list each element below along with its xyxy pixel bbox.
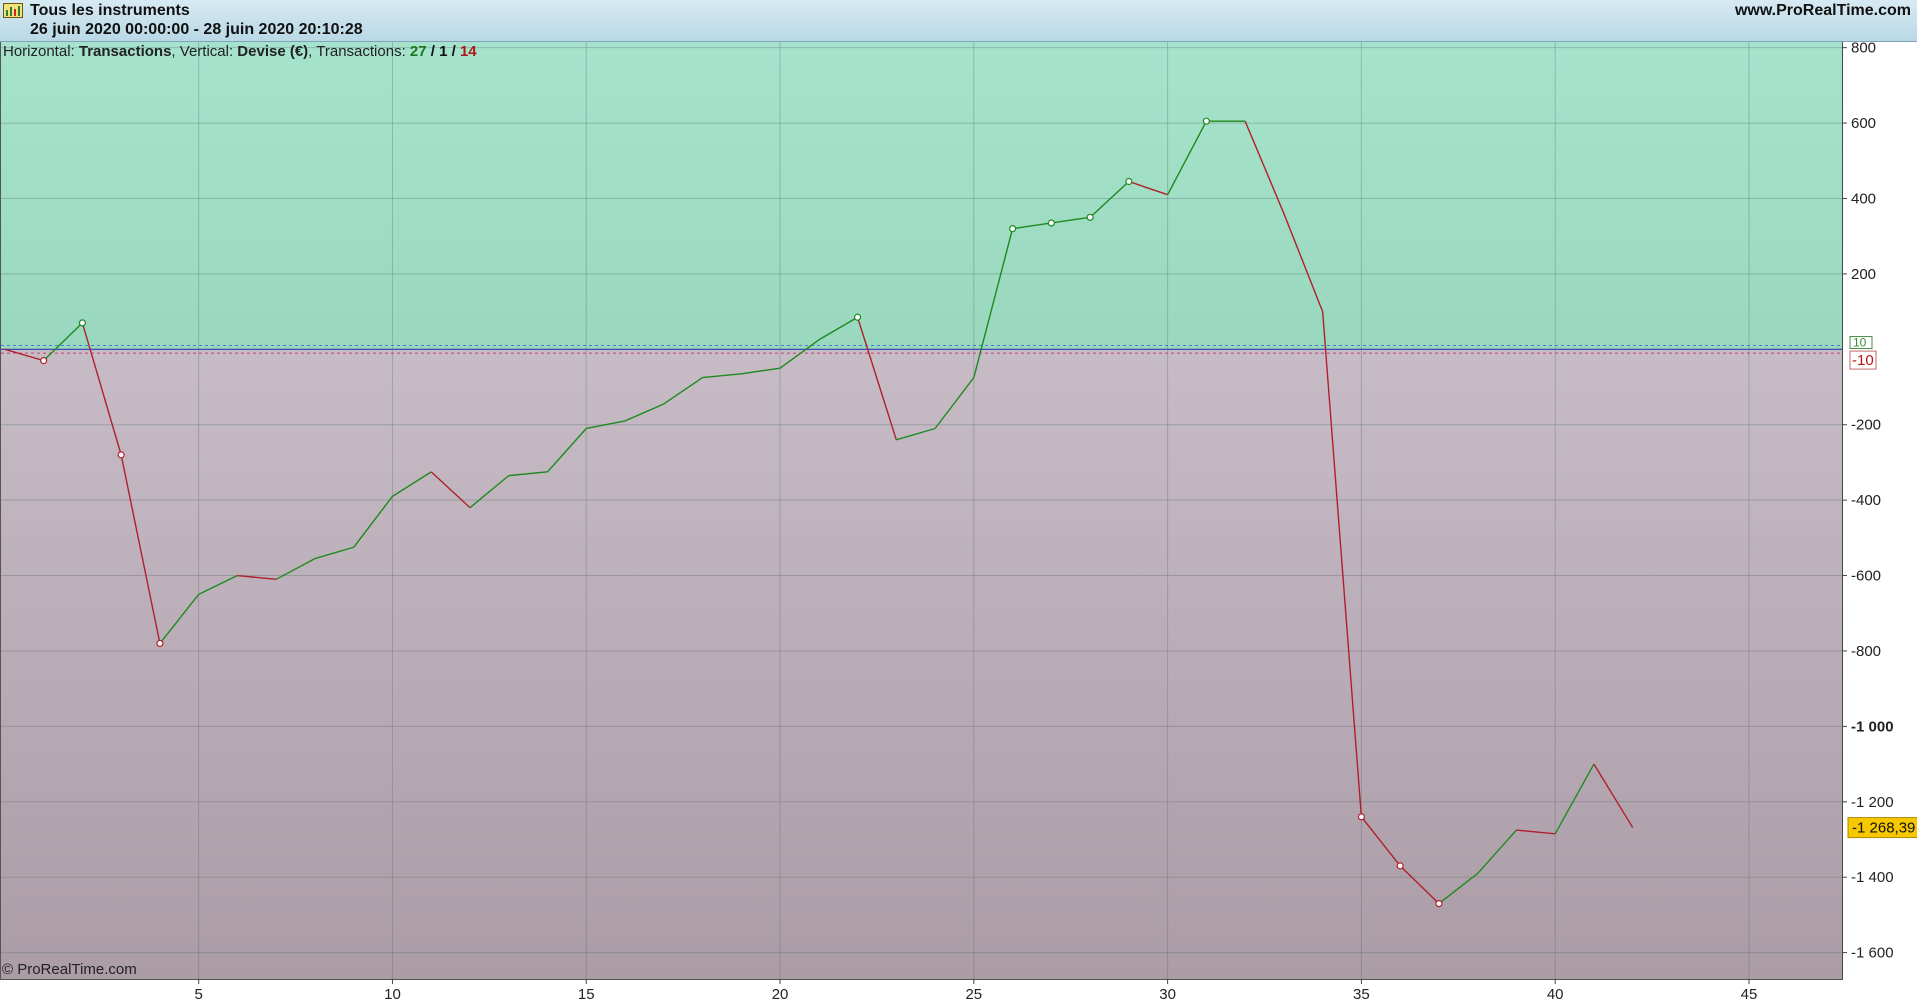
y-tick-label: -600 — [1851, 568, 1881, 585]
x-tick-label: 5 — [194, 986, 202, 1003]
y-tick-label: -400 — [1851, 492, 1881, 509]
x-tick-label: 20 — [772, 986, 789, 1003]
value-badges: 10 -10 -1 268,39 — [1847, 336, 1917, 839]
losing-count: 14 — [459, 43, 477, 60]
trade-marker — [1086, 213, 1094, 221]
y-tick-label: -1 400 — [1851, 869, 1894, 886]
x-tick-label: 40 — [1547, 986, 1564, 1003]
upper-value-label: 10 — [1853, 336, 1867, 350]
y-tick-label: -1 200 — [1851, 794, 1894, 811]
neutral-count: 1 — [439, 43, 448, 60]
current-value-label: -1 268,39 — [1852, 820, 1915, 837]
trade-marker — [78, 319, 86, 327]
trade-marker — [156, 639, 164, 648]
y-tick-label: -800 — [1851, 643, 1881, 660]
equity-chart: 800 600 400 200 -200 -400 -600 -800 -1 000 -1 200… — [0, 40, 1917, 1003]
x-tick-label: 10 — [384, 986, 401, 1003]
x-axis-ticks: 5 10 15 20 25 30 35 40 45 — [194, 979, 1757, 1003]
trade-marker — [117, 451, 125, 459]
transactions-label: Transactions: — [316, 43, 406, 60]
page-title: Tous les instruments — [30, 2, 190, 19]
lower-value-label: -10 — [1852, 352, 1874, 369]
trade-marker — [1396, 862, 1404, 870]
x-tick-label: 30 — [1159, 986, 1176, 1003]
vertical-label: Vertical: — [179, 43, 234, 60]
x-tick-label: 35 — [1353, 986, 1370, 1003]
trade-marker — [1047, 219, 1055, 227]
y-tick-label: -200 — [1851, 417, 1881, 434]
vertical-value: Devise (€) — [237, 43, 309, 60]
y-tick-label: -1 000 — [1851, 718, 1894, 735]
y-tick-label: 600 — [1851, 115, 1876, 132]
negative-zone — [1, 349, 1842, 979]
y-tick-label: 200 — [1851, 266, 1876, 283]
trade-marker — [1357, 813, 1366, 821]
chart-app-icon — [3, 3, 23, 18]
horizontal-label: Horizontal: — [3, 43, 75, 60]
x-tick-label: 15 — [578, 986, 595, 1003]
title-bar: Tous les instruments 26 juin 2020 00:00:… — [0, 0, 1917, 42]
x-tick-label: 45 — [1741, 986, 1758, 1003]
copyright-text: © ProRealTime.com — [2, 961, 137, 978]
separator: / — [430, 43, 435, 60]
trade-marker — [40, 357, 48, 365]
trade-marker — [1125, 177, 1133, 186]
y-tick-label: 400 — [1851, 190, 1876, 207]
y-tick-label: -1 600 — [1851, 945, 1894, 962]
date-range: 26 juin 2020 00:00:00 - 28 juin 2020 20:… — [30, 21, 363, 38]
x-tick-label: 25 — [965, 986, 982, 1003]
site-link[interactable]: www.ProRealTime.com — [1735, 2, 1911, 20]
chart-info-line: Horizontal: Transactions, Vertical: Devi… — [3, 43, 477, 60]
positive-zone — [1, 42, 1842, 350]
winning-count: 27 — [409, 43, 427, 60]
horizontal-value: Transactions — [78, 43, 172, 60]
trade-marker — [1435, 899, 1443, 908]
trade-marker — [1202, 117, 1210, 125]
separator: / — [451, 43, 456, 60]
trade-marker — [1008, 225, 1017, 233]
trade-marker — [853, 313, 862, 321]
y-tick-label: 800 — [1851, 40, 1876, 57]
